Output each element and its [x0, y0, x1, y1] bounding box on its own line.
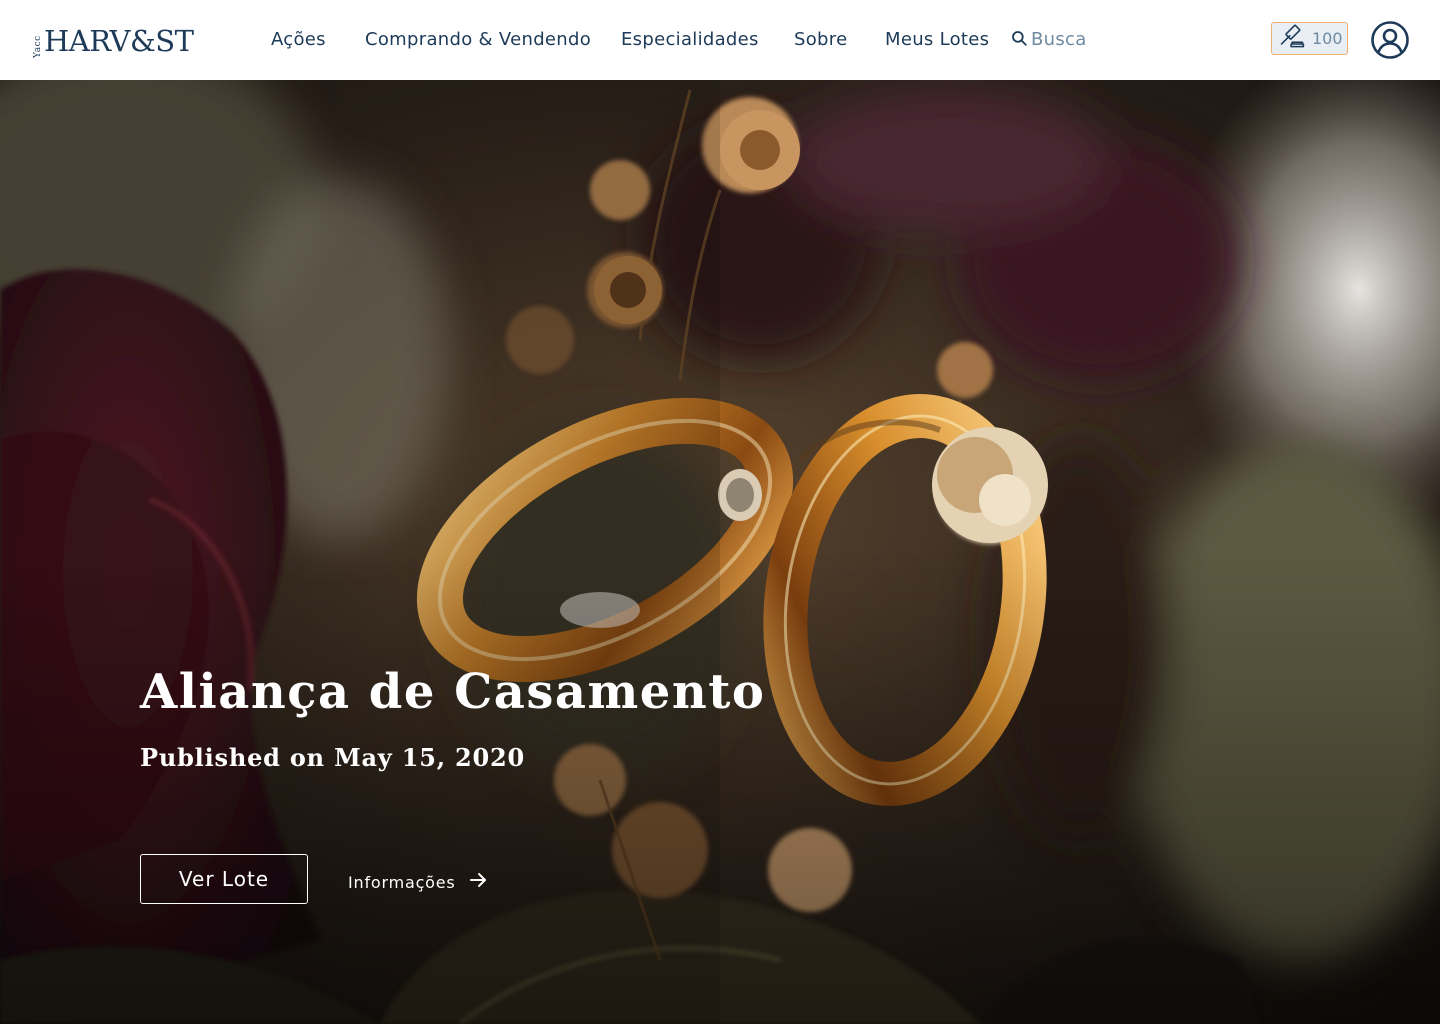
info-link[interactable]: Informações: [348, 870, 488, 894]
gavel-icon: [1272, 23, 1306, 55]
bids-count: 100: [1312, 28, 1343, 48]
hero-published-date: Published on May 15, 2020: [140, 743, 526, 772]
hero-banner: Aliança de Casamento Published on May 15…: [0, 80, 1440, 1024]
nav-item-especialidades[interactable]: Especialidades: [621, 29, 759, 51]
search-input[interactable]: Busca: [1010, 29, 1087, 51]
hero-title: Aliança de Casamento: [140, 664, 766, 720]
top-navbar: Yacc HARV&ST Ações Comprando & Vendendo …: [0, 0, 1440, 80]
view-lot-label: Ver Lote: [178, 867, 270, 891]
bids-counter-button[interactable]: 100: [1271, 22, 1348, 55]
logo-main-text: HARV&ST: [44, 24, 194, 58]
nav-item-acoes[interactable]: Ações: [271, 29, 326, 51]
nav-item-sobre[interactable]: Sobre: [794, 29, 847, 51]
search-placeholder: Busca: [1031, 29, 1087, 50]
logo-small-text: Yacc: [33, 35, 43, 58]
info-link-label: Informações: [348, 872, 456, 892]
view-lot-button[interactable]: Ver Lote: [140, 854, 308, 904]
user-circle-icon: [1370, 21, 1410, 64]
nav-item-meus-lotes[interactable]: Meus Lotes: [885, 29, 989, 51]
search-icon: [1010, 29, 1031, 51]
brand-logo[interactable]: Yacc HARV&ST: [33, 22, 194, 58]
profile-button[interactable]: [1370, 20, 1410, 60]
arrow-right-icon: [456, 870, 488, 894]
nav-item-comprando-vendendo[interactable]: Comprando & Vendendo: [365, 29, 591, 51]
